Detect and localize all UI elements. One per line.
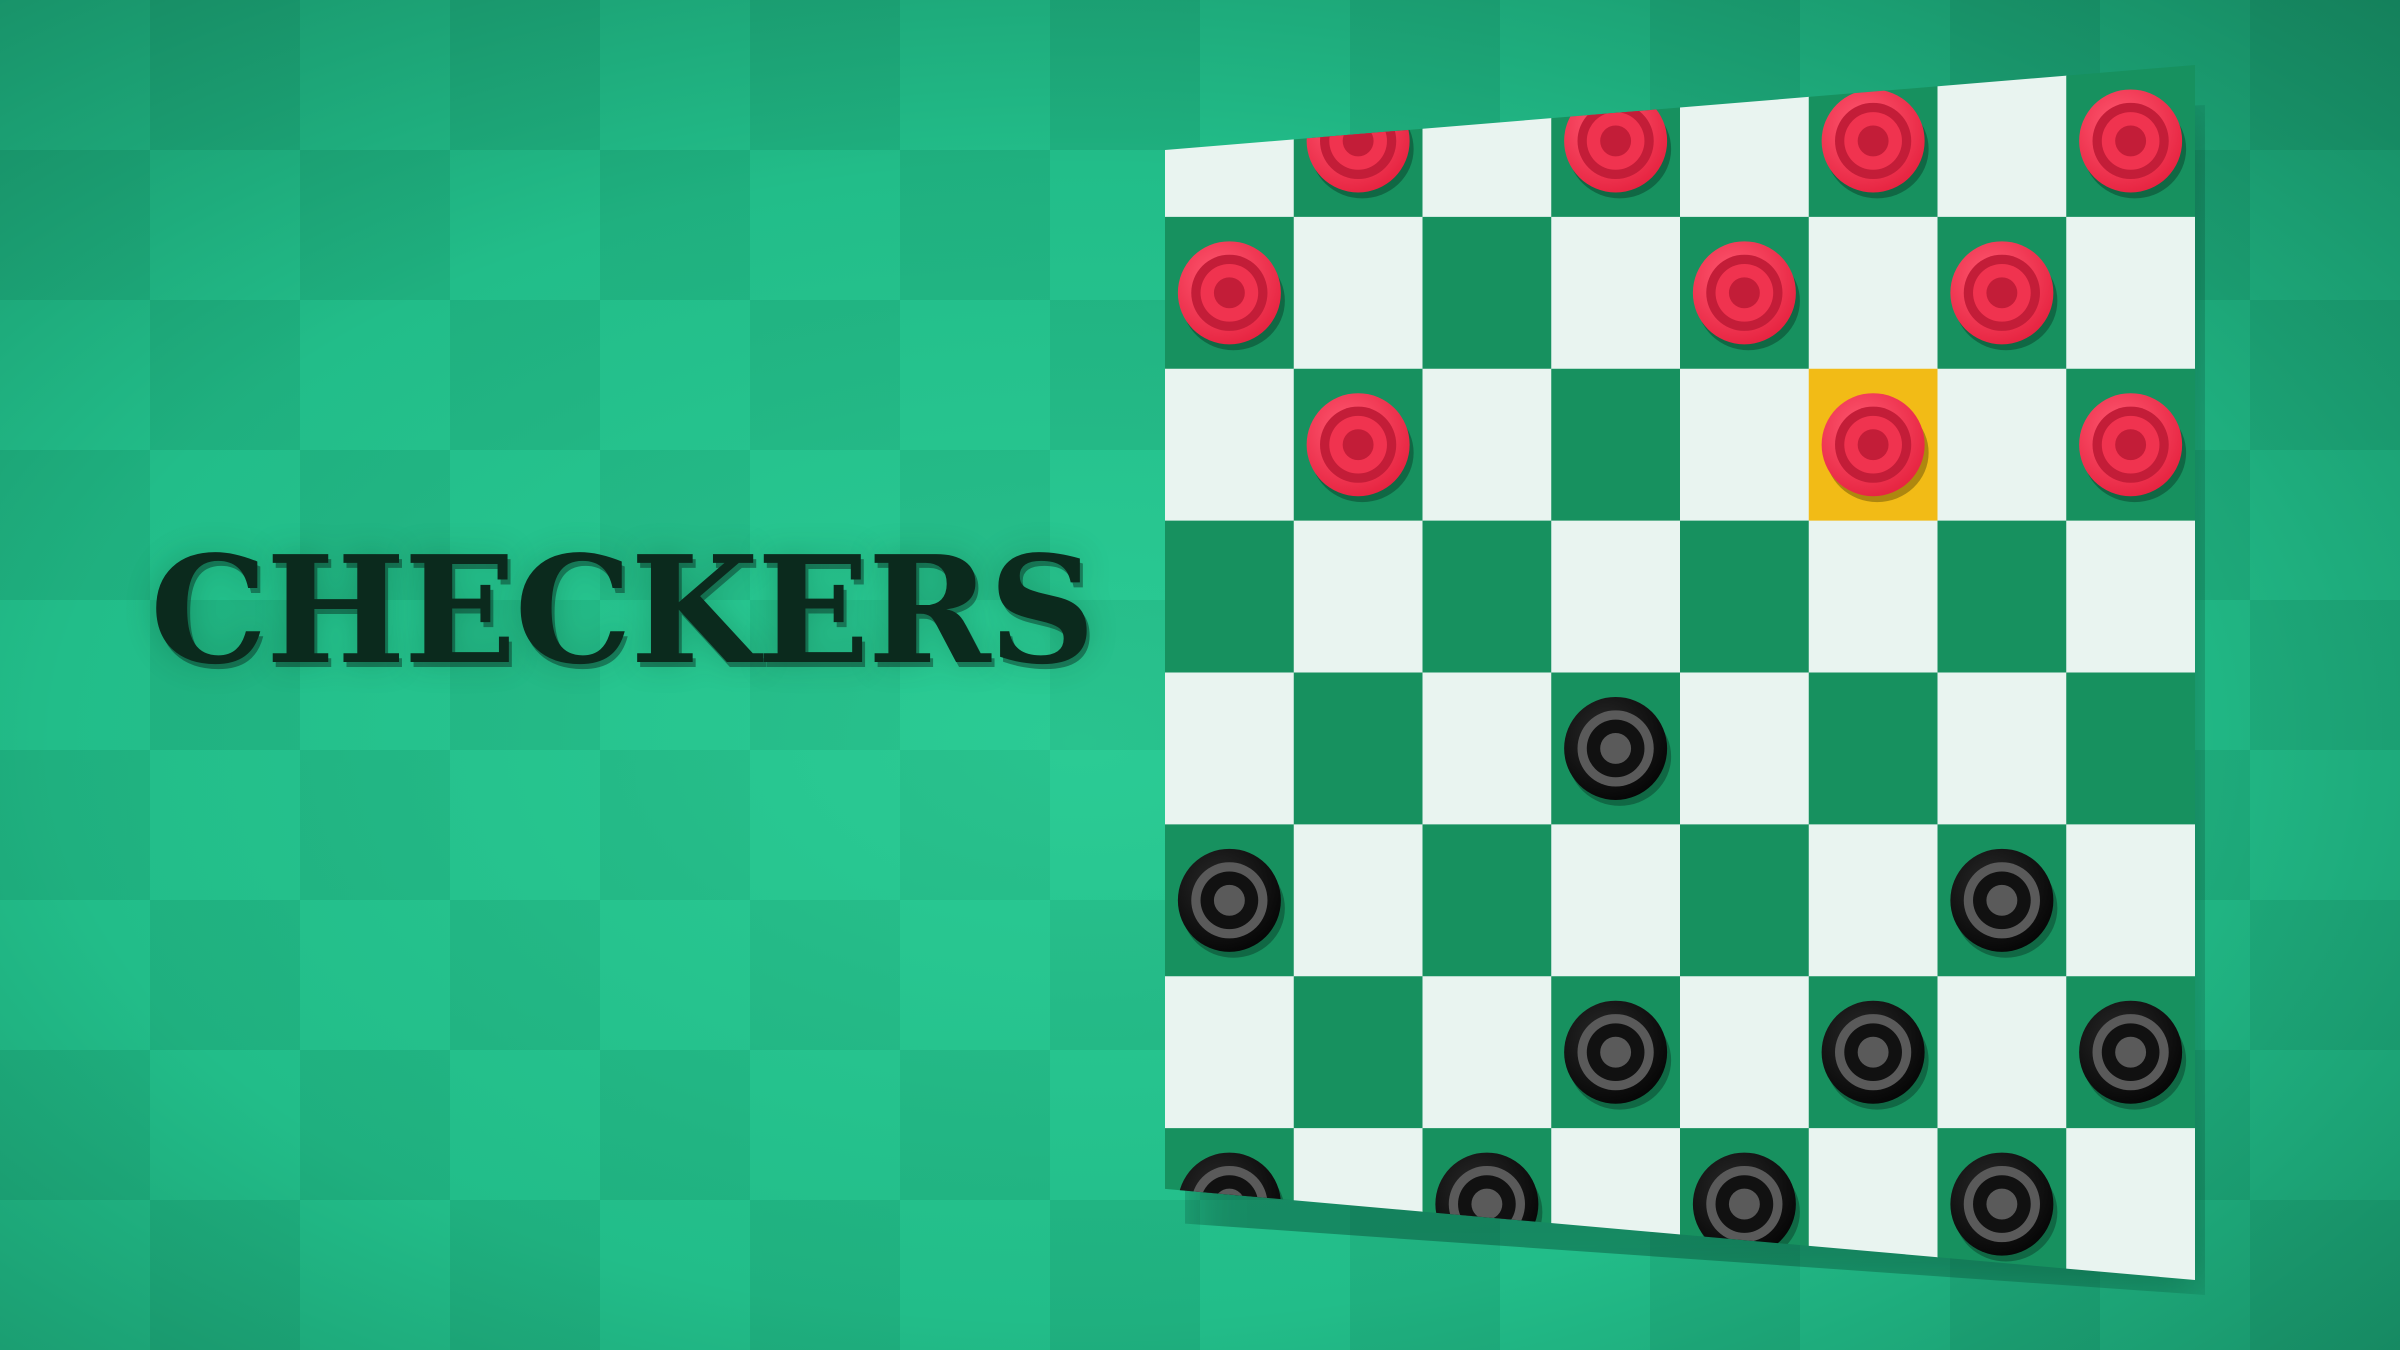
light-square[interactable] bbox=[1680, 976, 1810, 1129]
checkerboard[interactable] bbox=[1165, 65, 2195, 1280]
dark-square[interactable] bbox=[2066, 672, 2195, 825]
light-square[interactable] bbox=[1293, 216, 1423, 370]
light-square[interactable] bbox=[1551, 216, 1681, 370]
light-square[interactable] bbox=[1422, 976, 1552, 1129]
dark-square[interactable] bbox=[1808, 672, 1938, 825]
light-square[interactable] bbox=[1165, 368, 1295, 522]
light-square[interactable] bbox=[1422, 672, 1552, 825]
light-square[interactable] bbox=[1680, 672, 1810, 825]
piece-ring-3 bbox=[2115, 429, 2147, 461]
piece-ring-3 bbox=[1600, 732, 1632, 764]
dark-square[interactable] bbox=[1937, 520, 2067, 673]
piece-ring-3 bbox=[1728, 277, 1760, 309]
piece-ring-3 bbox=[1857, 429, 1889, 461]
light-square[interactable] bbox=[1293, 520, 1423, 673]
light-square[interactable] bbox=[1551, 520, 1681, 673]
dark-square[interactable] bbox=[1422, 824, 1552, 977]
piece-ring-3 bbox=[1986, 277, 2018, 309]
piece-ring-3 bbox=[1857, 125, 1889, 157]
light-square[interactable] bbox=[1937, 672, 2067, 825]
dark-square[interactable] bbox=[1165, 520, 1295, 673]
board-area bbox=[1165, 65, 2205, 1295]
dark-square[interactable] bbox=[1680, 824, 1810, 977]
light-square[interactable] bbox=[2066, 1128, 2195, 1280]
light-square[interactable] bbox=[1937, 65, 2067, 218]
piece-ring-3 bbox=[1728, 1188, 1760, 1220]
light-square[interactable] bbox=[1808, 824, 1938, 977]
piece-ring-3 bbox=[1986, 1188, 2018, 1220]
light-square[interactable] bbox=[1422, 65, 1552, 218]
board-canvas[interactable] bbox=[1165, 65, 2195, 1280]
light-square[interactable] bbox=[2066, 216, 2195, 370]
piece-ring-3 bbox=[1857, 1036, 1889, 1068]
light-square[interactable] bbox=[1808, 520, 1938, 673]
light-square[interactable] bbox=[1165, 672, 1295, 825]
game-title: CHECKERS bbox=[150, 523, 1096, 697]
piece-ring-3 bbox=[1213, 884, 1245, 916]
dark-square[interactable] bbox=[1293, 976, 1423, 1129]
piece-ring-3 bbox=[1600, 1036, 1632, 1068]
piece-ring-3 bbox=[1342, 125, 1374, 157]
piece-ring-3 bbox=[2115, 125, 2147, 157]
light-square[interactable] bbox=[1422, 368, 1552, 522]
light-square[interactable] bbox=[1165, 65, 1295, 218]
light-square[interactable] bbox=[1937, 976, 2067, 1129]
piece-ring-3 bbox=[1213, 277, 1245, 309]
piece-ring-3 bbox=[2115, 1036, 2147, 1068]
light-square[interactable] bbox=[1551, 824, 1681, 977]
piece-ring-3 bbox=[1600, 125, 1632, 157]
light-square[interactable] bbox=[2066, 520, 2195, 673]
dark-square[interactable] bbox=[1551, 368, 1681, 522]
dark-square[interactable] bbox=[1422, 520, 1552, 673]
light-square[interactable] bbox=[1937, 368, 2067, 522]
piece-ring-3 bbox=[1342, 429, 1374, 461]
light-square[interactable] bbox=[1551, 1128, 1681, 1280]
light-square[interactable] bbox=[1808, 216, 1938, 370]
light-square[interactable] bbox=[1293, 824, 1423, 977]
dark-square[interactable] bbox=[1293, 672, 1423, 825]
piece-ring-3 bbox=[1986, 884, 2018, 916]
piece-ring-3 bbox=[1471, 1188, 1503, 1220]
dark-square[interactable] bbox=[1422, 216, 1552, 370]
light-square[interactable] bbox=[1680, 65, 1810, 218]
light-square[interactable] bbox=[1680, 368, 1810, 522]
dark-square[interactable] bbox=[1680, 520, 1810, 673]
light-square[interactable] bbox=[1165, 976, 1295, 1129]
light-square[interactable] bbox=[2066, 824, 2195, 977]
